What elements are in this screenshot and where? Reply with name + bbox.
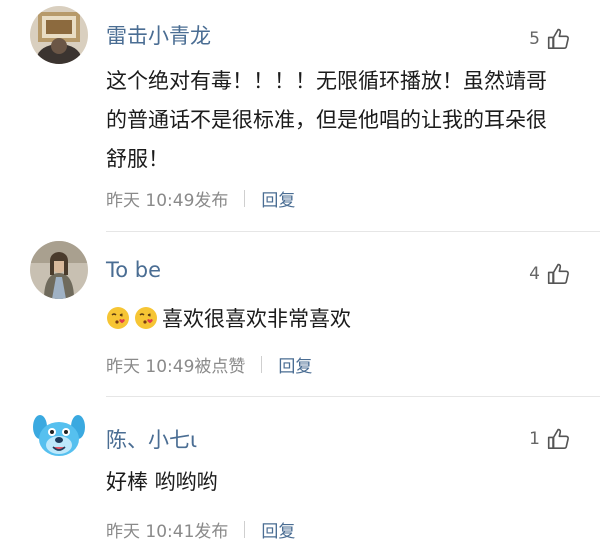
thumbs-up-icon xyxy=(547,263,569,285)
thumbs-up-icon xyxy=(547,428,569,450)
username[interactable]: 雷击小青龙 xyxy=(106,20,211,50)
avatar[interactable] xyxy=(30,241,88,299)
comment-meta: 昨天 10:41发布 回复 xyxy=(106,517,295,542)
comment-text: 好棒 哟哟哟 xyxy=(106,470,218,494)
comment-meta: 昨天 10:49发布 回复 xyxy=(106,186,295,211)
like-count: 1 xyxy=(529,429,540,449)
blue-cartoon-dog-avatar-icon xyxy=(30,405,88,463)
avatar[interactable] xyxy=(30,405,88,463)
timestamp: 昨天 10:49被点赞 xyxy=(106,357,246,377)
reply-button[interactable]: 回复 xyxy=(261,186,295,211)
meta-separator xyxy=(261,356,263,373)
username[interactable]: 陈、小七ι xyxy=(106,424,197,454)
portrait-avatar-icon xyxy=(30,6,88,64)
like-button[interactable]: 5 xyxy=(529,24,572,54)
person-photo-avatar-icon xyxy=(30,241,88,299)
blowing-kiss-emoji-icon xyxy=(107,307,129,329)
thumbs-up-icon xyxy=(547,28,569,50)
username[interactable]: To be xyxy=(106,258,161,282)
comment-meta: 昨天 10:49被点赞 回复 xyxy=(106,352,312,377)
like-count: 4 xyxy=(529,264,540,284)
reply-button[interactable]: 回复 xyxy=(261,517,295,542)
comment-text: 喜欢很喜欢非常喜欢 xyxy=(162,307,351,331)
comment-text-line: 喜欢很喜欢非常喜欢 xyxy=(106,300,562,339)
like-button[interactable]: 1 xyxy=(529,424,572,454)
meta-separator xyxy=(244,521,246,538)
comment-text: 这个绝对有毒！！！！无限循环播放！虽然靖哥的普通话不是很标准，但是他唱的让我的耳… xyxy=(106,69,547,171)
comment-divider xyxy=(106,396,600,397)
timestamp: 昨天 10:41发布 xyxy=(106,522,229,542)
reply-button[interactable]: 回复 xyxy=(278,352,312,377)
comment-divider xyxy=(106,231,600,232)
like-count: 5 xyxy=(529,29,540,49)
avatar[interactable] xyxy=(30,6,88,64)
like-button[interactable]: 4 xyxy=(529,259,572,289)
timestamp: 昨天 10:49发布 xyxy=(106,191,229,211)
blowing-kiss-emoji-icon xyxy=(135,307,157,329)
meta-separator xyxy=(244,190,246,207)
